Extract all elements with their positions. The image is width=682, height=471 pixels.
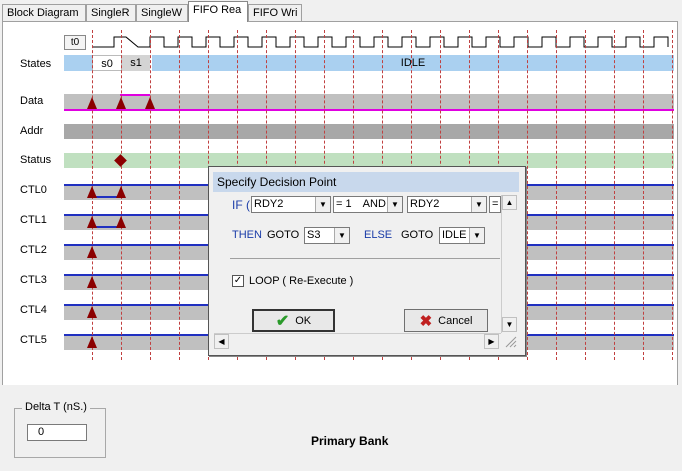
scroll-left-icon[interactable]: ◀	[214, 334, 229, 349]
signal-label-data: Data	[20, 95, 44, 107]
tab-strip: Block Diagram SingleR SingleW FIFO Rea F…	[0, 0, 682, 22]
states-label: States	[20, 58, 52, 70]
time-grid-line	[672, 30, 673, 360]
tab-singlew[interactable]: SingleW	[136, 4, 188, 21]
second-operator-select[interactable]: = 1	[489, 196, 501, 213]
loop-label: LOOP ( Re-Execute )	[249, 275, 354, 287]
chevron-down-icon: ▼	[469, 228, 484, 243]
state-s0[interactable]: s0	[92, 55, 122, 71]
else-state-select[interactable]: IDLE ▼	[439, 227, 485, 244]
edge-marker[interactable]	[87, 276, 97, 288]
tab-fifo-write[interactable]: FIFO Wri	[248, 4, 302, 21]
scroll-down-icon[interactable]: ▼	[502, 317, 517, 332]
track-data[interactable]	[64, 94, 674, 111]
states-bar: s0 s1 IDLE	[64, 55, 674, 71]
then-goto-label: GOTO	[267, 229, 300, 241]
close-icon: ✖	[419, 312, 433, 330]
tab-block-diagram[interactable]: Block Diagram	[2, 4, 86, 21]
signal-label-ctl2: CTL2	[20, 244, 47, 256]
else-state-value: IDLE	[442, 229, 467, 241]
bank-label: Primary Bank	[311, 434, 389, 448]
time-grid-line	[585, 30, 586, 360]
second-signal-value: RDY2	[410, 198, 440, 210]
loop-checkbox[interactable]: ✓	[232, 275, 244, 287]
signal-label-ctl1: CTL1	[20, 214, 47, 226]
dialog-separator	[230, 258, 500, 259]
delta-t-input[interactable]: 0	[27, 424, 87, 441]
dialog-horizontal-scrollbar[interactable]: ◀ ▶	[214, 333, 501, 350]
edge-marker[interactable]	[116, 186, 126, 198]
dialog-title: Specify Decision Point	[213, 172, 519, 192]
operator-value: = 1	[336, 198, 352, 210]
time-grid-line	[527, 30, 528, 360]
edge-marker[interactable]	[87, 306, 97, 318]
then-label: THEN	[232, 229, 262, 241]
if-signal-select[interactable]: RDY2 ▼	[251, 196, 331, 213]
time-grid-line	[150, 30, 151, 360]
state-pre	[64, 55, 92, 71]
else-label: ELSE	[364, 229, 393, 241]
chevron-down-icon: ▼	[315, 197, 330, 212]
scroll-up-icon[interactable]: ▲	[502, 195, 517, 210]
then-state-select[interactable]: S3 ▼	[304, 227, 350, 244]
tab-singler[interactable]: SingleR	[86, 4, 136, 21]
ok-button[interactable]: ✔ OK	[252, 309, 335, 332]
and-label: AND	[362, 198, 386, 210]
time-grid-line	[179, 30, 180, 360]
track-addr[interactable]	[64, 124, 674, 139]
cancel-button[interactable]: ✖ Cancel	[404, 309, 488, 332]
dialog-vertical-scrollbar[interactable]: ▲ ▼	[501, 195, 518, 333]
signal-label-addr: Addr	[20, 125, 44, 137]
signal-label-ctl4: CTL4	[20, 304, 47, 316]
ok-label: OK	[295, 314, 312, 327]
edge-marker[interactable]	[116, 97, 126, 109]
data-high-segment	[120, 94, 150, 96]
time-grid-line	[643, 30, 644, 360]
delta-t-label: Delta T (nS.)	[22, 401, 90, 413]
second-operator-value: = 1	[492, 198, 500, 210]
operator-select[interactable]: = 1 AND ▼	[333, 196, 403, 213]
else-goto-label: GOTO	[401, 229, 434, 241]
edge-marker[interactable]	[87, 186, 97, 198]
if-signal-value: RDY2	[254, 198, 284, 210]
time-grid-line	[614, 30, 615, 360]
state-idle[interactable]: IDLE	[152, 55, 674, 71]
scroll-right-icon[interactable]: ▶	[484, 334, 499, 349]
chevron-down-icon: ▼	[387, 197, 402, 212]
tab-fifo-read[interactable]: FIFO Rea	[188, 1, 248, 22]
t0-marker[interactable]: t0	[64, 35, 86, 50]
edge-marker[interactable]	[116, 216, 126, 228]
edge-marker[interactable]	[87, 336, 97, 348]
if-label: IF (	[232, 198, 250, 212]
signal-label-ctl5: CTL5	[20, 334, 47, 346]
edge-marker[interactable]	[87, 97, 97, 109]
time-grid-line	[556, 30, 557, 360]
cancel-label: Cancel	[438, 314, 473, 327]
chevron-down-icon: ▼	[334, 228, 349, 243]
signal-label-status: Status	[20, 154, 52, 166]
checkmark-icon: ✔	[275, 312, 290, 330]
edge-marker[interactable]	[145, 97, 155, 109]
signal-label-ctl0: CTL0	[20, 184, 47, 196]
resize-grip-icon[interactable]	[503, 334, 517, 348]
edge-marker[interactable]	[87, 246, 97, 258]
second-signal-select[interactable]: RDY2 ▼	[407, 196, 487, 213]
state-s1[interactable]: s1	[122, 55, 150, 71]
signal-label-ctl3: CTL3	[20, 274, 47, 286]
then-state-value: S3	[307, 229, 321, 241]
chevron-down-icon: ▼	[471, 197, 486, 212]
edge-marker[interactable]	[87, 216, 97, 228]
